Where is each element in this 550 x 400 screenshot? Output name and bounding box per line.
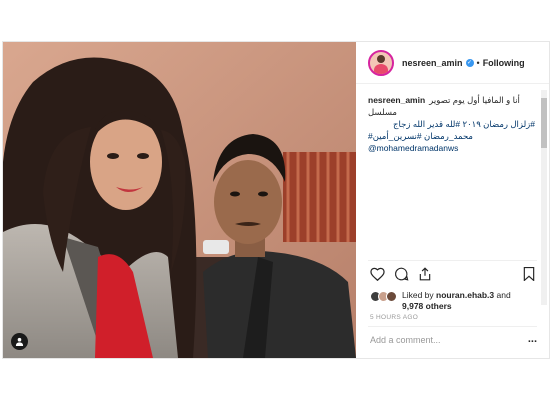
caption-hashtags-2[interactable]: #محمد_رمضان #نسرين_أمين bbox=[368, 130, 535, 142]
verified-badge-icon: ✓ bbox=[465, 58, 474, 67]
liked-by-avatars[interactable] bbox=[370, 291, 400, 303]
action-bar bbox=[370, 267, 537, 289]
post-timestamp[interactable]: 5 HOURS AGO bbox=[370, 314, 418, 321]
comment-input[interactable]: Add a comment... bbox=[370, 335, 441, 345]
likes-summary: Liked by nouran.ehab.3 and 9,978 others bbox=[402, 290, 511, 312]
likes-prefix: Liked by bbox=[402, 290, 434, 300]
caption-username[interactable]: nesreen_amin bbox=[368, 95, 425, 105]
post-header: nesreen_amin ✓ • Following bbox=[356, 42, 549, 84]
post-photo[interactable] bbox=[3, 42, 356, 358]
likes-others[interactable]: 9,978 others bbox=[402, 301, 452, 311]
likes-conjunction: and bbox=[496, 290, 511, 300]
avatar[interactable] bbox=[368, 49, 394, 76]
separator-dot: • bbox=[476, 57, 480, 68]
divider bbox=[368, 260, 537, 261]
following-button[interactable]: Following bbox=[483, 58, 525, 68]
divider bbox=[368, 326, 537, 327]
instagram-post: nesreen_amin ✓ • Following nesreen_amin أ… bbox=[2, 41, 550, 359]
author-username[interactable]: nesreen_amin bbox=[402, 58, 463, 68]
share-icon[interactable] bbox=[418, 267, 432, 281]
avatar bbox=[386, 291, 397, 302]
bookmark-icon[interactable] bbox=[523, 267, 535, 281]
comment-icon[interactable] bbox=[394, 267, 409, 281]
post-side-panel: nesreen_amin ✓ • Following nesreen_amin أ… bbox=[356, 42, 549, 358]
heart-icon[interactable] bbox=[370, 267, 385, 281]
tag-people-button[interactable] bbox=[11, 333, 28, 350]
person-tag-icon bbox=[15, 337, 24, 346]
caption-scrollbar[interactable] bbox=[541, 90, 547, 305]
caption-mention[interactable]: @mohamedramadanws bbox=[368, 142, 535, 154]
more-options-button[interactable]: ... bbox=[528, 333, 537, 345]
likes-first-user[interactable]: nouran.ehab.3 bbox=[436, 290, 494, 300]
scrollbar-thumb[interactable] bbox=[541, 98, 547, 148]
photo-illustration bbox=[3, 42, 356, 358]
post-caption: nesreen_amin أنا و المافيا أول يوم تصوير … bbox=[368, 94, 535, 154]
caption-hashtags-1[interactable]: #زلزال رمضان ٢٠١٩ #لله قدير الله زجاج bbox=[368, 118, 535, 130]
